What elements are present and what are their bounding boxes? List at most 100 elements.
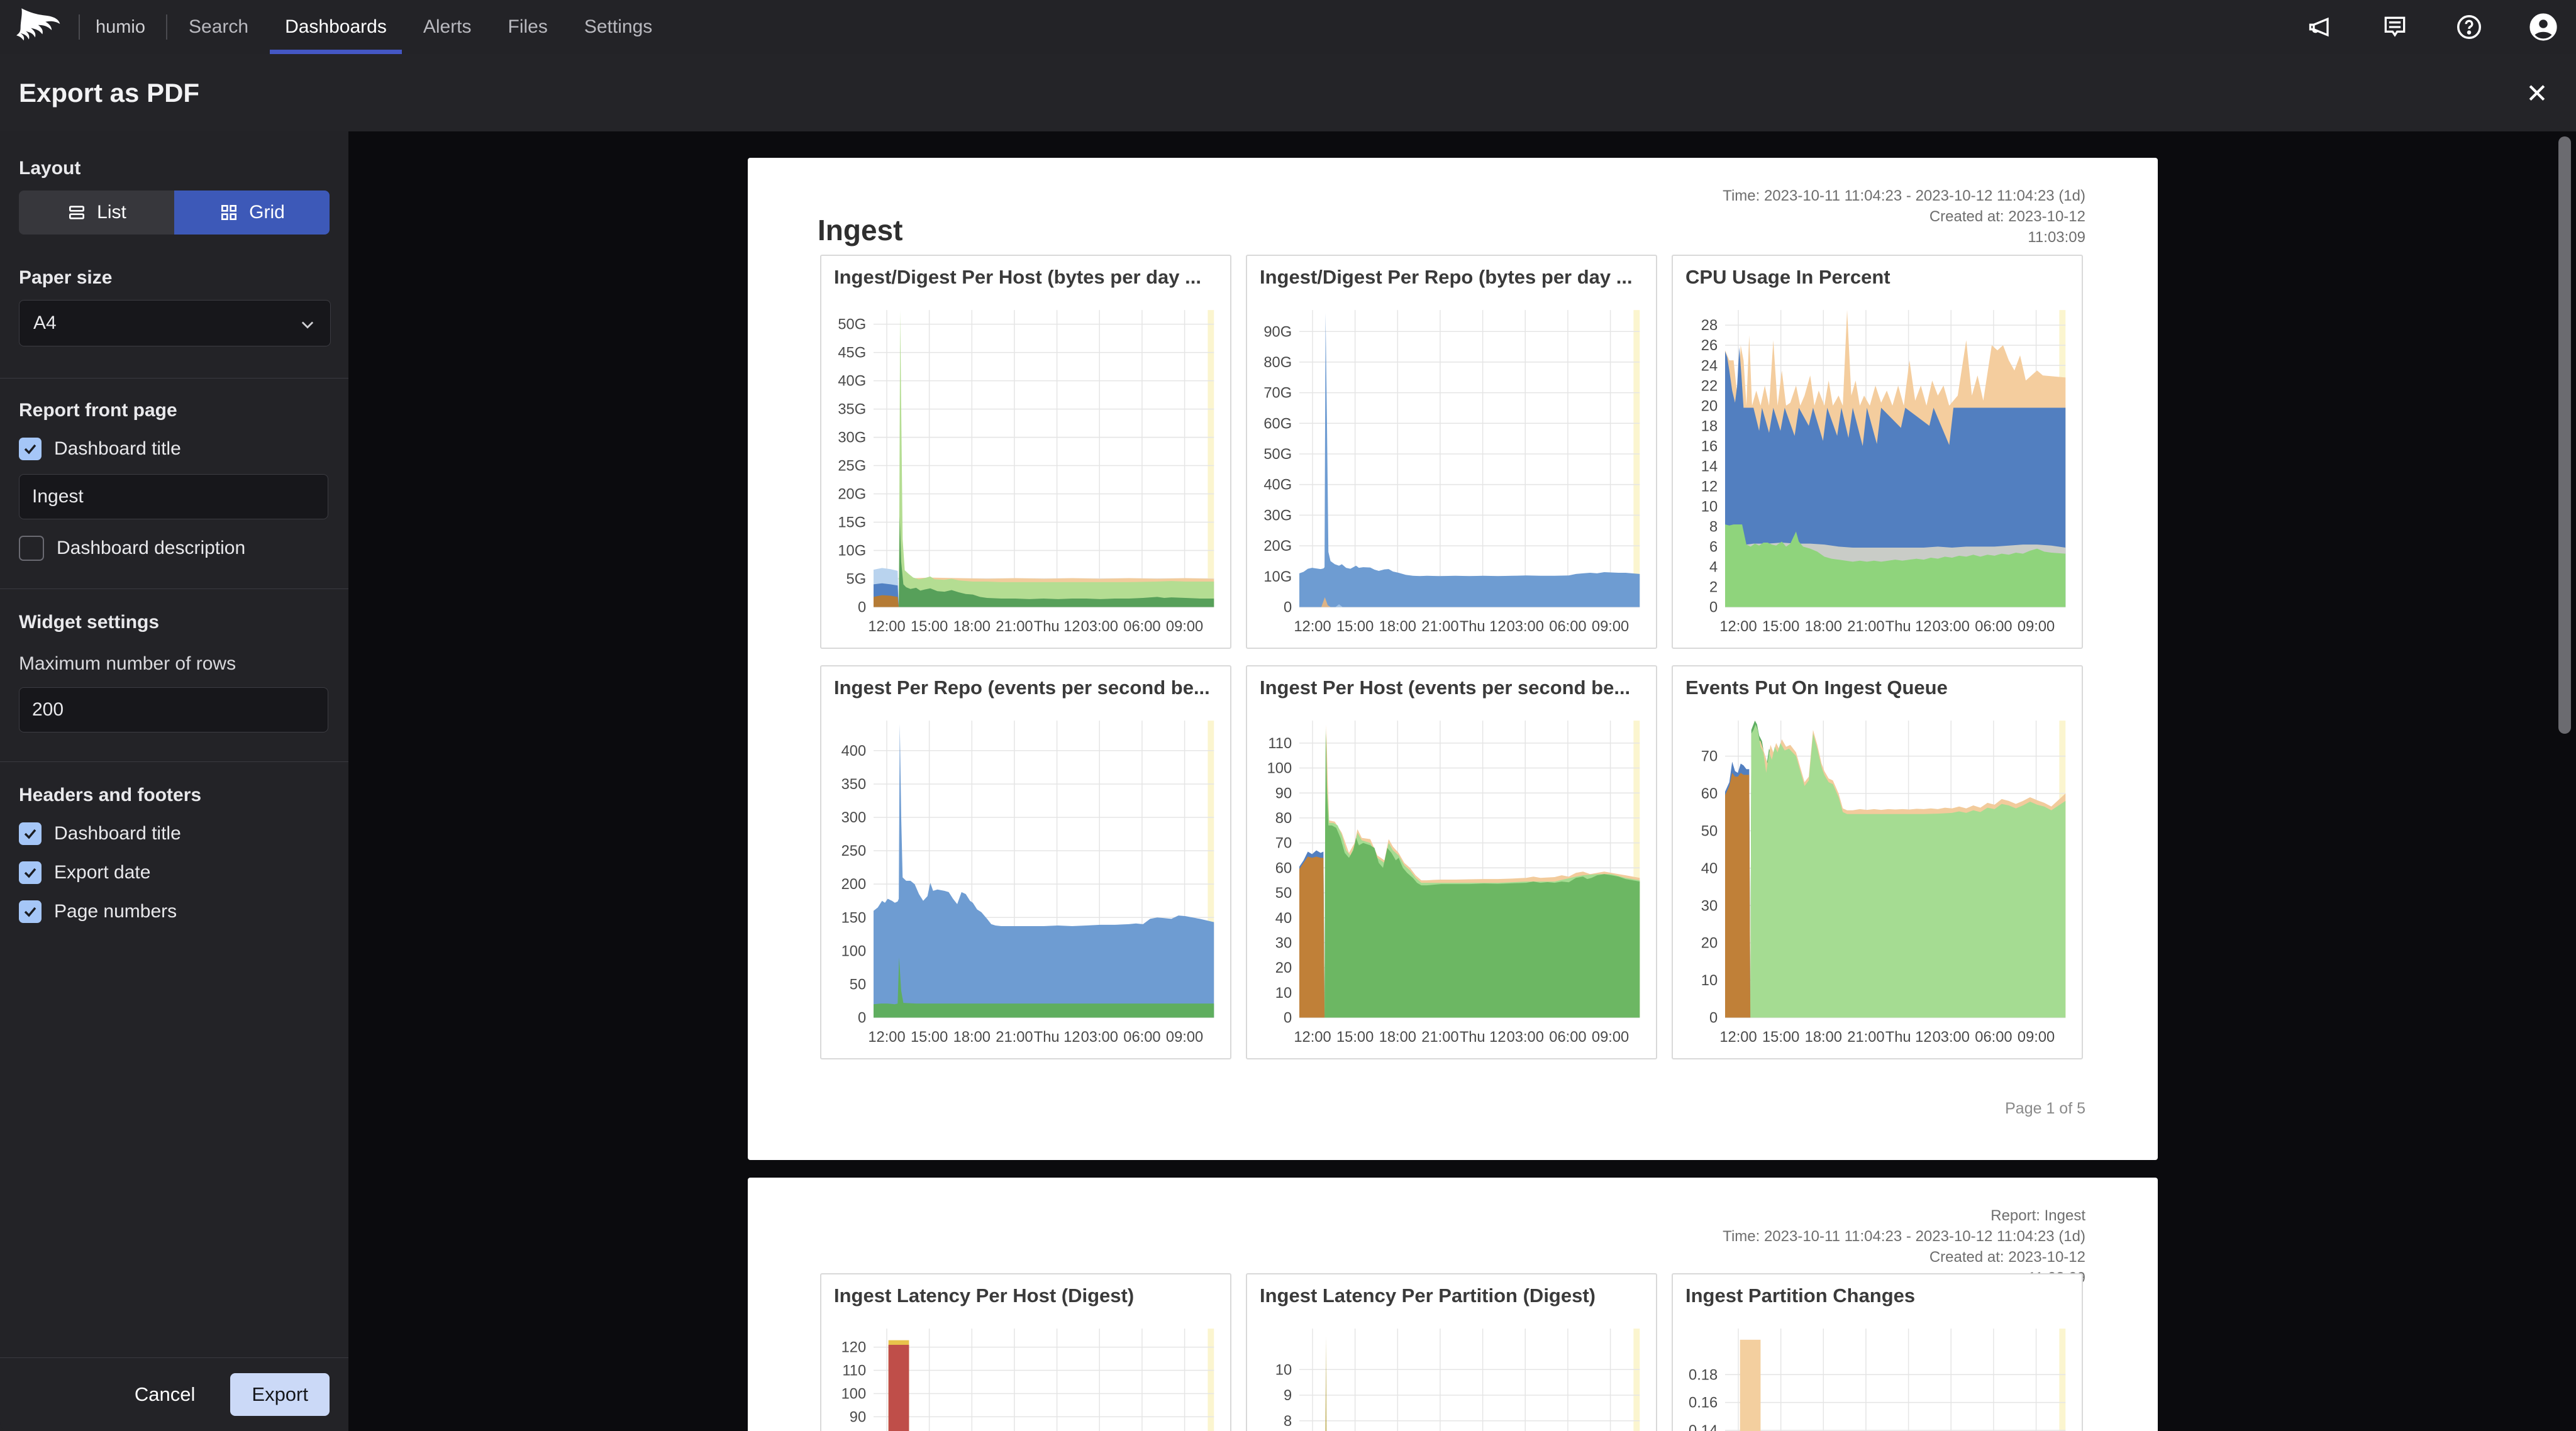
svg-text:40G: 40G bbox=[838, 372, 866, 389]
pdf-page-1: Time: 2023-10-11 11:04:23 - 2023-10-12 1… bbox=[748, 158, 2158, 1160]
svg-text:90: 90 bbox=[850, 1408, 866, 1425]
svg-text:20G: 20G bbox=[838, 485, 866, 502]
svg-text:60G: 60G bbox=[1263, 415, 1292, 432]
svg-text:50: 50 bbox=[1701, 822, 1718, 839]
svg-text:09:00: 09:00 bbox=[2018, 618, 2055, 635]
crowdstrike-falcon-logo[interactable] bbox=[15, 6, 65, 48]
user-avatar-icon[interactable] bbox=[2528, 12, 2558, 42]
svg-text:15:00: 15:00 bbox=[911, 618, 948, 635]
paper-size-label: Paper size bbox=[19, 267, 330, 289]
svg-text:21:00: 21:00 bbox=[1847, 618, 1884, 635]
svg-text:03:00: 03:00 bbox=[1081, 618, 1118, 635]
svg-text:03:00: 03:00 bbox=[1933, 1029, 1970, 1046]
svg-text:100: 100 bbox=[1267, 760, 1292, 776]
chart-plot: 024681012141618202224262812:0015:0018:00… bbox=[1675, 301, 2079, 644]
svg-text:8: 8 bbox=[1709, 518, 1718, 535]
nav-item-alerts[interactable]: Alerts bbox=[423, 0, 472, 54]
dashboard-title-input[interactable] bbox=[19, 474, 328, 519]
svg-text:0.18: 0.18 bbox=[1689, 1366, 1718, 1383]
chart-plot: 010203040506070809010011012012:0015:0018… bbox=[824, 1320, 1228, 1431]
svg-text:30: 30 bbox=[1701, 897, 1718, 914]
svg-text:24: 24 bbox=[1701, 357, 1718, 374]
checkbox-checked-icon[interactable] bbox=[19, 900, 42, 923]
hf-export-date-label: Export date bbox=[54, 862, 150, 883]
nav-item-search[interactable]: Search bbox=[189, 0, 248, 54]
svg-text:30: 30 bbox=[1275, 934, 1292, 951]
svg-text:150: 150 bbox=[841, 909, 867, 926]
svg-text:06:00: 06:00 bbox=[1549, 1029, 1586, 1046]
pdf-page-2: Report: IngestTime: 2023-10-11 11:04:23 … bbox=[748, 1178, 2158, 1431]
top-nav: humio Search Dashboards Alerts Files Set… bbox=[0, 0, 2576, 54]
svg-text:50G: 50G bbox=[838, 316, 866, 333]
nav-item-settings[interactable]: Settings bbox=[584, 0, 652, 54]
list-layout-button[interactable]: List bbox=[19, 191, 174, 235]
feedback-icon[interactable] bbox=[2380, 12, 2410, 42]
chevron-down-icon bbox=[299, 316, 316, 333]
svg-text:90G: 90G bbox=[1263, 323, 1292, 340]
svg-text:21:00: 21:00 bbox=[996, 1029, 1033, 1046]
svg-text:15:00: 15:00 bbox=[1762, 618, 1799, 635]
hf-dashboard-title-label: Dashboard title bbox=[54, 823, 181, 844]
report-front-page-label: Report front page bbox=[19, 400, 330, 421]
dashboard-title-checkbox-label: Dashboard title bbox=[54, 438, 181, 460]
paper-size-select[interactable]: A4 bbox=[19, 300, 331, 346]
scrollbar-thumb[interactable] bbox=[2558, 136, 2571, 734]
svg-text:30G: 30G bbox=[838, 429, 866, 446]
sidebar-footer: Cancel Export bbox=[0, 1357, 348, 1431]
svg-text:21:00: 21:00 bbox=[1421, 1029, 1458, 1046]
hf-page-numbers-row[interactable]: Page numbers bbox=[19, 900, 330, 923]
hf-dashboard-title-row[interactable]: Dashboard title bbox=[19, 822, 330, 845]
dashboard-title-checkbox-row[interactable]: Dashboard title bbox=[19, 438, 330, 460]
svg-text:50: 50 bbox=[1275, 885, 1292, 902]
checkbox-unchecked-icon[interactable] bbox=[19, 536, 44, 561]
chart-title: Ingest/Digest Per Repo (bytes per day ..… bbox=[1247, 256, 1656, 289]
paper-size-value: A4 bbox=[33, 312, 57, 334]
svg-text:10: 10 bbox=[1701, 498, 1718, 515]
svg-text:400: 400 bbox=[841, 743, 867, 760]
nav-item-dashboards[interactable]: Dashboards bbox=[285, 0, 387, 54]
svg-text:60: 60 bbox=[1701, 785, 1718, 802]
close-icon[interactable]: ✕ bbox=[2519, 75, 2555, 111]
max-rows-input[interactable] bbox=[19, 687, 328, 732]
chart-card: Ingest Per Host (events per second be...… bbox=[1246, 665, 1657, 1059]
pdf-preview-area: Time: 2023-10-11 11:04:23 - 2023-10-12 1… bbox=[348, 131, 2576, 1431]
export-settings-sidebar: Layout List Grid Paper size A4 bbox=[0, 131, 348, 1431]
svg-text:100: 100 bbox=[841, 942, 867, 959]
svg-text:Thu 12: Thu 12 bbox=[1460, 618, 1506, 635]
checkbox-checked-icon[interactable] bbox=[19, 438, 42, 460]
export-dialog-header: Export as PDF ✕ bbox=[0, 54, 2576, 132]
svg-text:10: 10 bbox=[1275, 985, 1292, 1002]
svg-text:80: 80 bbox=[1275, 810, 1292, 827]
chart-plot: 010G20G30G40G50G60G70G80G90G12:0015:0018… bbox=[1250, 301, 1653, 644]
svg-text:15:00: 15:00 bbox=[911, 1029, 948, 1046]
brand-humio[interactable]: humio bbox=[96, 0, 145, 54]
checkbox-checked-icon[interactable] bbox=[19, 822, 42, 845]
page-meta-line: Created at: 2023-10-12 bbox=[1723, 206, 2085, 227]
nav-icons bbox=[2306, 0, 2558, 54]
svg-text:28: 28 bbox=[1701, 317, 1718, 334]
hf-export-date-row[interactable]: Export date bbox=[19, 861, 330, 884]
svg-text:0: 0 bbox=[858, 1009, 866, 1026]
help-icon[interactable] bbox=[2454, 12, 2484, 42]
announcements-icon[interactable] bbox=[2306, 12, 2336, 42]
svg-text:80G: 80G bbox=[1263, 354, 1292, 371]
svg-text:09:00: 09:00 bbox=[1592, 1029, 1629, 1046]
svg-text:10G: 10G bbox=[838, 542, 866, 559]
dashboard-description-checkbox-row[interactable]: Dashboard description bbox=[19, 536, 330, 561]
layout-toggle: List Grid bbox=[19, 191, 330, 235]
svg-text:12:00: 12:00 bbox=[1719, 1029, 1757, 1046]
export-button[interactable]: Export bbox=[230, 1373, 330, 1416]
svg-text:18:00: 18:00 bbox=[1805, 1029, 1842, 1046]
svg-text:30G: 30G bbox=[1263, 507, 1292, 524]
cancel-button[interactable]: Cancel bbox=[135, 1383, 196, 1406]
nav-item-files[interactable]: Files bbox=[508, 0, 548, 54]
svg-text:09:00: 09:00 bbox=[2018, 1029, 2055, 1046]
list-layout-label: List bbox=[97, 202, 126, 223]
chart-title: Ingest Latency Per Host (Digest) bbox=[821, 1274, 1230, 1307]
svg-text:21:00: 21:00 bbox=[1847, 1029, 1884, 1046]
svg-text:03:00: 03:00 bbox=[1507, 1029, 1544, 1046]
grid-layout-button[interactable]: Grid bbox=[174, 191, 330, 235]
checkbox-checked-icon[interactable] bbox=[19, 861, 42, 884]
nav-item-dashboards-label: Dashboards bbox=[285, 16, 387, 38]
svg-text:50: 50 bbox=[850, 976, 866, 993]
